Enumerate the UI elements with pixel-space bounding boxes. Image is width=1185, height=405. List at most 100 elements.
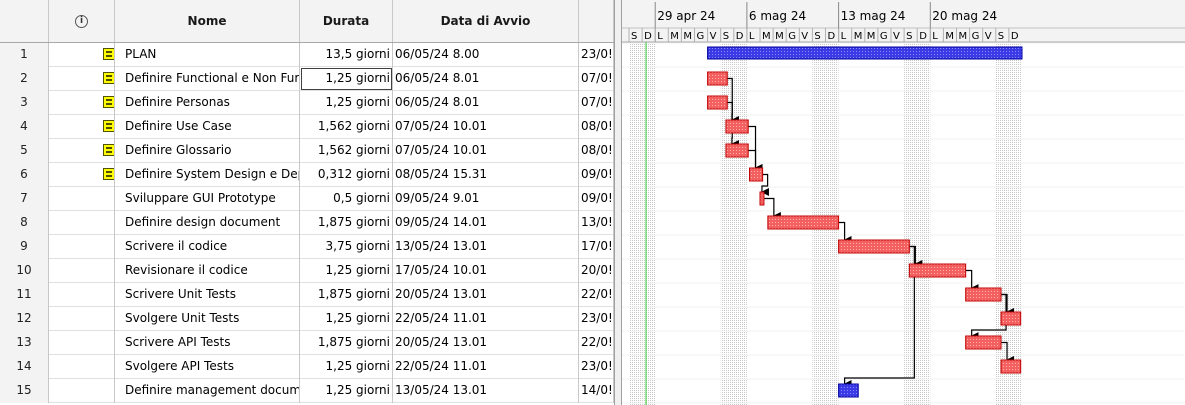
table-row[interactable]: 13 Scrivere API Tests 1,875 giorni 20/05/24…	[0, 331, 614, 355]
row-id-cell[interactable]: 11	[0, 283, 49, 307]
finish-date-cell[interactable]: 22/0!	[579, 331, 614, 355]
duration-cell[interactable]: 1,25 giorni	[300, 379, 393, 403]
finish-date-cell[interactable]: 13/0!	[579, 211, 614, 235]
duration-cell[interactable]: 1,562 giorni	[300, 139, 393, 163]
duration-cell[interactable]: 1,25 giorni	[300, 259, 393, 283]
task-name-cell[interactable]: Svolgere Unit Tests	[115, 307, 300, 331]
duration-cell[interactable]: 1,25 giorni	[300, 91, 393, 115]
duration-cell[interactable]: 1,875 giorni	[300, 283, 393, 307]
finish-date-cell[interactable]: 23/0!	[579, 307, 614, 331]
table-row[interactable]: 12 Svolgere Unit Tests 1,25 giorni 22/05/24…	[0, 307, 614, 331]
start-date-cell[interactable]: 06/05/24 8.01	[393, 67, 579, 91]
row-id-cell[interactable]: 13	[0, 331, 49, 355]
duration-cell[interactable]: 1,25 giorni	[300, 355, 393, 379]
finish-date-cell[interactable]: 17/0!	[579, 235, 614, 259]
task-bar[interactable]	[1000, 311, 1022, 326]
start-date-cell[interactable]: 22/05/24 11.01	[393, 307, 579, 331]
start-date-cell[interactable]: 07/05/24 10.01	[393, 115, 579, 139]
row-id-cell[interactable]: 9	[0, 235, 49, 259]
table-row[interactable]: 10 Revisionare il codice 1,25 giorni 17/05/…	[0, 259, 614, 283]
task-name-cell[interactable]: Definire Glossario	[115, 139, 300, 163]
task-name-cell[interactable]: Definire Use Case	[115, 115, 300, 139]
row-id-cell[interactable]: 10	[0, 259, 49, 283]
duration-column-header[interactable]: Durata	[300, 0, 393, 42]
task-name-cell[interactable]: Sviluppare GUI Prototype	[115, 187, 300, 211]
task-bar[interactable]	[1000, 359, 1022, 374]
task-name-cell[interactable]: PLAN	[115, 43, 300, 67]
duration-cell[interactable]: 0,5 giorni	[300, 187, 393, 211]
finish-date-cell[interactable]: 14/0!	[579, 379, 614, 403]
row-id-cell[interactable]: 14	[0, 355, 49, 379]
pane-splitter[interactable]	[614, 0, 622, 405]
table-row[interactable]: 14 Svolgere API Tests 1,25 giorni 22/05/24 …	[0, 355, 614, 379]
finish-date-cell[interactable]: 20/0!	[579, 259, 614, 283]
row-id-cell[interactable]: 7	[0, 187, 49, 211]
duration-cell[interactable]: 1,562 giorni	[300, 115, 393, 139]
task-name-cell[interactable]: Scrivere il codice	[115, 235, 300, 259]
table-row[interactable]: 6 Definire System Design e Dep 0,312 giorn…	[0, 163, 614, 187]
task-bar[interactable]	[838, 383, 859, 398]
start-date-cell[interactable]: 20/05/24 13.01	[393, 331, 579, 355]
row-id-cell[interactable]: 6	[0, 163, 49, 187]
row-id-cell[interactable]: 2	[0, 67, 49, 91]
row-id-cell[interactable]: 1	[0, 43, 49, 67]
task-bar[interactable]	[707, 71, 728, 86]
task-name-cell[interactable]: Scrivere API Tests	[115, 331, 300, 355]
start-date-cell[interactable]: 06/05/24 8.01	[393, 91, 579, 115]
finish-date-cell[interactable]: 09/0!	[579, 187, 614, 211]
finish-date-cell[interactable]: 23/0!	[579, 355, 614, 379]
start-date-cell[interactable]: 22/05/24 11.01	[393, 355, 579, 379]
duration-cell[interactable]: 13,5 giorni	[300, 43, 393, 67]
row-id-cell[interactable]: 3	[0, 91, 49, 115]
start-date-cell[interactable]: 17/05/24 10.01	[393, 259, 579, 283]
row-id-cell[interactable]: 15	[0, 379, 49, 403]
task-name-cell[interactable]: Definire management docum	[115, 379, 300, 403]
task-bar[interactable]	[725, 143, 749, 158]
finish-date-cell[interactable]: 09/0!	[579, 163, 614, 187]
duration-cell[interactable]: 3,75 giorni	[300, 235, 393, 259]
task-bar[interactable]	[908, 263, 967, 278]
task-bar[interactable]	[759, 191, 765, 206]
id-column-header[interactable]	[0, 0, 49, 42]
start-column-header[interactable]: Data di Avvio	[393, 0, 579, 42]
table-row[interactable]: 15 Definire management docum 1,25 giorni 13…	[0, 379, 614, 403]
task-bar[interactable]	[838, 239, 910, 254]
table-row[interactable]: 8 Definire design document 1,875 giorni 09/…	[0, 211, 614, 235]
table-row[interactable]: 4 Definire Use Case 1,562 giorni 07/05/24 1…	[0, 115, 614, 139]
row-id-cell[interactable]: 4	[0, 115, 49, 139]
table-row[interactable]: 11 Scrivere Unit Tests 1,875 giorni 20/05/2…	[0, 283, 614, 307]
name-column-header[interactable]: Nome	[115, 0, 300, 42]
indicators-column-header[interactable]: i	[49, 0, 115, 42]
task-notes-icon[interactable]	[103, 48, 114, 60]
task-name-cell[interactable]: Definire design document	[115, 211, 300, 235]
start-date-cell[interactable]: 08/05/24 15.31	[393, 163, 579, 187]
finish-date-cell[interactable]: 08/0!	[579, 115, 614, 139]
start-date-cell[interactable]: 06/05/24 8.00	[393, 43, 579, 67]
task-name-cell[interactable]: Svolgere API Tests	[115, 355, 300, 379]
finish-date-cell[interactable]: 23/0!	[579, 43, 614, 67]
table-row[interactable]: 7 Sviluppare GUI Prototype 0,5 giorni 09/05…	[0, 187, 614, 211]
row-id-cell[interactable]: 8	[0, 211, 49, 235]
table-row[interactable]: 2 Definire Functional e Non Fur 1,25 giorn…	[0, 67, 614, 91]
table-row[interactable]: 9 Scrivere il codice 3,75 giorni 13/05/24 1…	[0, 235, 614, 259]
start-date-cell[interactable]: 13/05/24 13.01	[393, 235, 579, 259]
task-name-cell[interactable]: Definire Functional e Non Fur	[115, 67, 300, 91]
task-bar[interactable]	[749, 167, 764, 182]
finish-date-cell[interactable]: 07/0!	[579, 67, 614, 91]
duration-cell[interactable]: 0,312 giorni	[300, 163, 393, 187]
duration-cell[interactable]: 1,875 giorni	[300, 211, 393, 235]
start-date-cell[interactable]: 07/05/24 10.01	[393, 139, 579, 163]
task-notes-icon[interactable]	[103, 72, 114, 84]
task-bar[interactable]	[725, 119, 749, 134]
start-date-cell[interactable]: 20/05/24 13.01	[393, 283, 579, 307]
task-notes-icon[interactable]	[103, 144, 114, 156]
start-date-cell[interactable]: 09/05/24 9.01	[393, 187, 579, 211]
table-row[interactable]: 5 Definire Glossario 1,562 giorni 07/05/24 …	[0, 139, 614, 163]
finish-column-header[interactable]	[579, 0, 614, 42]
task-notes-icon[interactable]	[103, 168, 114, 180]
task-bar[interactable]	[707, 95, 728, 110]
task-bar[interactable]	[965, 287, 1002, 302]
task-name-cell[interactable]: Definire System Design e Dep	[115, 163, 300, 187]
duration-cell[interactable]: 1,875 giorni	[300, 331, 393, 355]
finish-date-cell[interactable]: 08/0!	[579, 139, 614, 163]
